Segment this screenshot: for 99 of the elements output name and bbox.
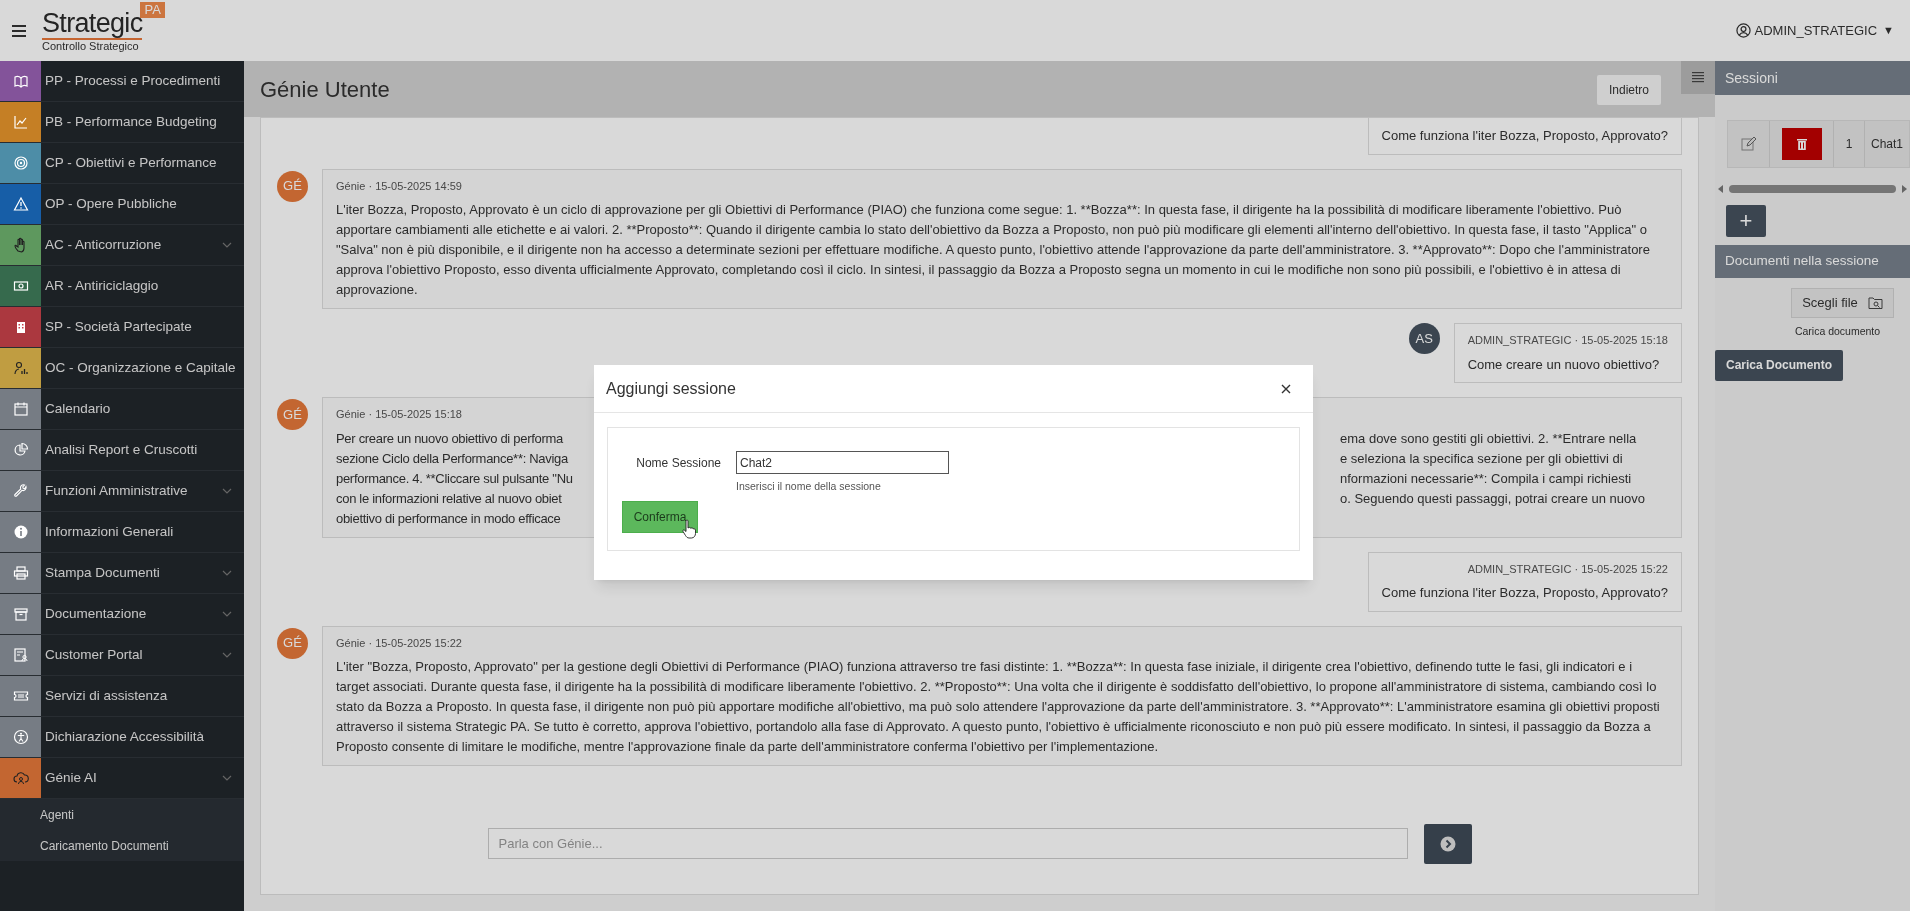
sidebar-item[interactable]: PB - Performance Budgeting <box>41 102 244 142</box>
id-card-icon <box>12 647 29 663</box>
message-input[interactable]: Parla con Génie... <box>487 828 1408 859</box>
message-meta: Génie · 15-05-2025 14:59 <box>336 178 463 194</box>
message-text: L'iter "Bozza, Proposto, Approvato" per la gestione degli Obiettivi di Performance (PIAO) funziona attraverso tre fasi distinte: 1. **Bozza**: In questa fase iniziale, il dirigente crea l'obiettivo, definendo tutte le fasi, gli indicatori e i target associati. Durante questa fase, il dirigente ha la possibilità di modificare liberamente l'obiettivo. 2. **Proposto**: Una volta che il dirigente è soddisfatto dell'obiettivo, lo propone all'amministratore di sistema, cambiando così lo stato da Bozza a Proposto. In questa fase, il dirigente non può più apportare modifiche all'obiettivo, ma può solo attendere l'approvazione da parte dell'amministratore. 3. **Approvato**: L'amministratore esamina gli obiettivi proposti attraverso il sistema Strategic PA. Se tutto è corretto, approva l'obiettivo, portandolo alla fase di Approvato. A questo punto, l'obiettivo è ufficialmente riconosciuto e non può più essere modificato. In sintesi, il passaggio da Bozza a Proposto consente di limitare le modifiche, mentre l'approvazione finale da parte dell'amministratore conferma l'obiettivo per l'implementazione. <box>336 658 1661 756</box>
sidebar-item[interactable]: Génie AI <box>41 758 244 798</box>
message-text: con le informazioni relative al nuovo obiet <box>336 490 562 506</box>
message-text: performance. 4. **Cliccare sul pulsante "Nu <box>336 470 573 486</box>
message-text: Come funziona l'iter Bozza, Proposto, Approvato? <box>1381 584 1668 602</box>
message-meta: ADMIN_STRATEGIC · 15-05-2025 15:18 <box>1467 333 1668 348</box>
chevron-down-icon[interactable] <box>222 652 232 658</box>
menu-icon[interactable] <box>12 24 26 37</box>
sidebar-item[interactable]: Servizi di assistenza <box>41 676 244 716</box>
message-text: o. Seguendo questi passaggi, potrai creare un nuovo <box>1340 489 1645 508</box>
message-text: Come creare un nuovo obiettivo? <box>1467 355 1660 374</box>
upload-hint: Carica documento <box>1794 324 1881 339</box>
back-button[interactable]: Indietro <box>1596 75 1661 105</box>
close-icon[interactable] <box>1281 383 1291 394</box>
chevron-down-icon[interactable] <box>222 488 232 494</box>
caret-icon[interactable]: ▼ <box>1883 22 1894 39</box>
calendar-icon <box>12 401 29 417</box>
message-meta: Génie · 15-05-2025 15:22 <box>336 635 463 651</box>
user-menu[interactable]: ADMIN_STRATEGIC <box>1754 20 1878 41</box>
scrollbar-thumb[interactable] <box>1729 184 1896 193</box>
printer-icon <box>12 565 29 581</box>
message-text: ema dove sono gestiti gli obiettivi. 2. **Entrare nella <box>1340 429 1637 448</box>
message-text: sezione Ciclo della Performance**: Naviga <box>336 450 568 466</box>
ticket-icon <box>12 688 29 704</box>
sidebar-item[interactable]: Documentazione <box>41 594 244 634</box>
chevron-down-icon[interactable] <box>222 611 232 617</box>
user-icon[interactable] <box>1735 23 1751 38</box>
panel-header: Sessioni <box>1715 61 1910 95</box>
sidebar-item[interactable]: Customer Portal <box>41 635 244 675</box>
logo-badge: PA <box>140 2 165 18</box>
avatar: AS <box>1408 323 1440 354</box>
line-chart-icon <box>12 114 29 130</box>
accessibility-icon <box>12 729 29 745</box>
trash-icon <box>1796 138 1807 150</box>
upload-document-button[interactable]: Carica Documento <box>1715 349 1843 381</box>
wrench-icon <box>12 483 29 499</box>
cloud-person-icon <box>12 770 29 786</box>
send-button[interactable] <box>1423 824 1472 864</box>
sidebar-item[interactable]: Analisi Report e Cruscotti <box>41 430 244 470</box>
panel-header: Documenti nella sessione <box>1715 245 1910 278</box>
sidebar-item[interactable]: Funzioni Amministrative <box>41 471 244 511</box>
arrow-right-icon <box>1439 836 1456 852</box>
message-text: Come funziona l'iter Bozza, Proposto, Approvato? <box>1381 127 1668 145</box>
avatar: GÉ <box>277 170 308 202</box>
sidebar-item[interactable]: Stampa Documenti <box>41 553 244 593</box>
session-number: 1 <box>1834 121 1865 167</box>
chevron-down-icon[interactable] <box>222 242 232 248</box>
message-text: nformazioni necessarie**: Compila i campi richiesti <box>1340 469 1632 488</box>
sidebar-item[interactable]: AC - Anticorruzione <box>41 225 244 265</box>
warning-icon <box>12 196 29 212</box>
confirm-button[interactable]: Conferma <box>622 500 698 533</box>
sidebar-item[interactable]: CP - Obiettivi e Performance <box>41 143 244 183</box>
message-meta: ADMIN_STRATEGIC · 15-05-2025 15:22 <box>1467 561 1668 577</box>
target-icon <box>12 155 29 171</box>
archive-icon <box>12 606 29 622</box>
sidebar-subitem[interactable]: Caricamento Documenti <box>0 830 244 861</box>
sidebar-item[interactable]: OC - Organizzazione e Capitale <box>41 348 244 388</box>
sidebar-item[interactable]: PP - Processi e Procedimenti <box>41 61 244 101</box>
sidebar-item[interactable]: SP - Società Partecipate <box>41 307 244 347</box>
field-label: Nome Sessione <box>635 454 721 472</box>
sidebar-item[interactable]: Informazioni Generali <box>41 512 244 552</box>
session-name-field[interactable]: Chat2 <box>736 451 949 474</box>
field-help-text: Inserisci il nome della sessione <box>736 479 882 494</box>
message-text: obiettivo di performance in modo efficace <box>336 510 561 526</box>
info-icon <box>12 524 29 540</box>
page-title: Génie Utente <box>260 75 390 104</box>
sidebar-item[interactable]: Calendario <box>41 389 244 429</box>
message-text: L'iter Bozza, Proposto, Approvato è un ciclo di approvazione per gli Obiettivi di Performance (PIAO) che funziona come segue: 1. **Bozza**: In questa fase, il dirigente ha la possibilità di modificare liberamente l'obiettivo. Può apportare cambiamenti alle etichette e ai valori. 2. **Proposto**: Quando il dirigente cambia lo stato dell'obiettivo da Bozza a Proposto, non può più modificare gli elementi all'interno dell'obiettivo. In questa fase, il tasto "Applica" o "Salva" non è più disponibile, e il dirigente non ha accesso a determinate sezioni per effettuare modifiche. A questo punto, l'obiettivo attende l'approvazione da parte dell'amministratore. 3. **Approvato**: Dopo che l'amministratore approva l'obiettivo Proposto, esso diventa ufficialmente Approvato, completando così il ciclo. In sintesi, il passaggio da Bozza a Proposto segna un momento in cui le modifiche non sono più possibili, e l'obiettivo è in attesa di approvazione. <box>336 201 1651 299</box>
book-icon <box>12 73 29 89</box>
folder-search-icon <box>1867 297 1883 309</box>
session-row[interactable]: 1 Chat1 <box>1727 120 1910 168</box>
message-text: Per creare un nuovo obiettivo di performa <box>336 430 563 446</box>
avatar: GÉ <box>277 399 308 430</box>
scroll-left-icon[interactable] <box>1717 184 1725 193</box>
chevron-down-icon[interactable] <box>222 775 232 781</box>
message-text: e seleziona la specifica sezione per gli obiettivi di <box>1340 449 1623 468</box>
pie-chart-icon <box>12 442 29 458</box>
choose-file-button[interactable]: Scegli file <box>1791 288 1894 318</box>
menu-icon[interactable] <box>1681 61 1715 94</box>
session-name[interactable]: Chat1 <box>1865 121 1904 167</box>
banknote-icon <box>12 278 29 294</box>
message-meta: Génie · 15-05-2025 15:18 <box>336 407 463 422</box>
chevron-down-icon[interactable] <box>222 570 232 576</box>
sidebar-item[interactable]: Dichiarazione Accessibilità <box>41 717 244 757</box>
edit-icon[interactable] <box>1740 136 1757 152</box>
add-session-button[interactable]: + <box>1726 205 1766 237</box>
person-chart-icon <box>12 360 29 376</box>
delete-button[interactable] <box>1781 128 1822 160</box>
logo-subtitle: Controllo Strategico <box>42 40 140 53</box>
sidebar-subitem[interactable]: Agenti <box>0 799 244 830</box>
sidebar-item[interactable]: AR - Antiriciclaggio <box>41 266 244 306</box>
dialog-title: Aggiungi sessione <box>606 378 736 399</box>
sidebar-item[interactable]: OP - Opere Pubbliche <box>41 184 244 224</box>
avatar: GÉ <box>277 627 308 659</box>
scroll-right-icon[interactable] <box>1900 184 1908 193</box>
